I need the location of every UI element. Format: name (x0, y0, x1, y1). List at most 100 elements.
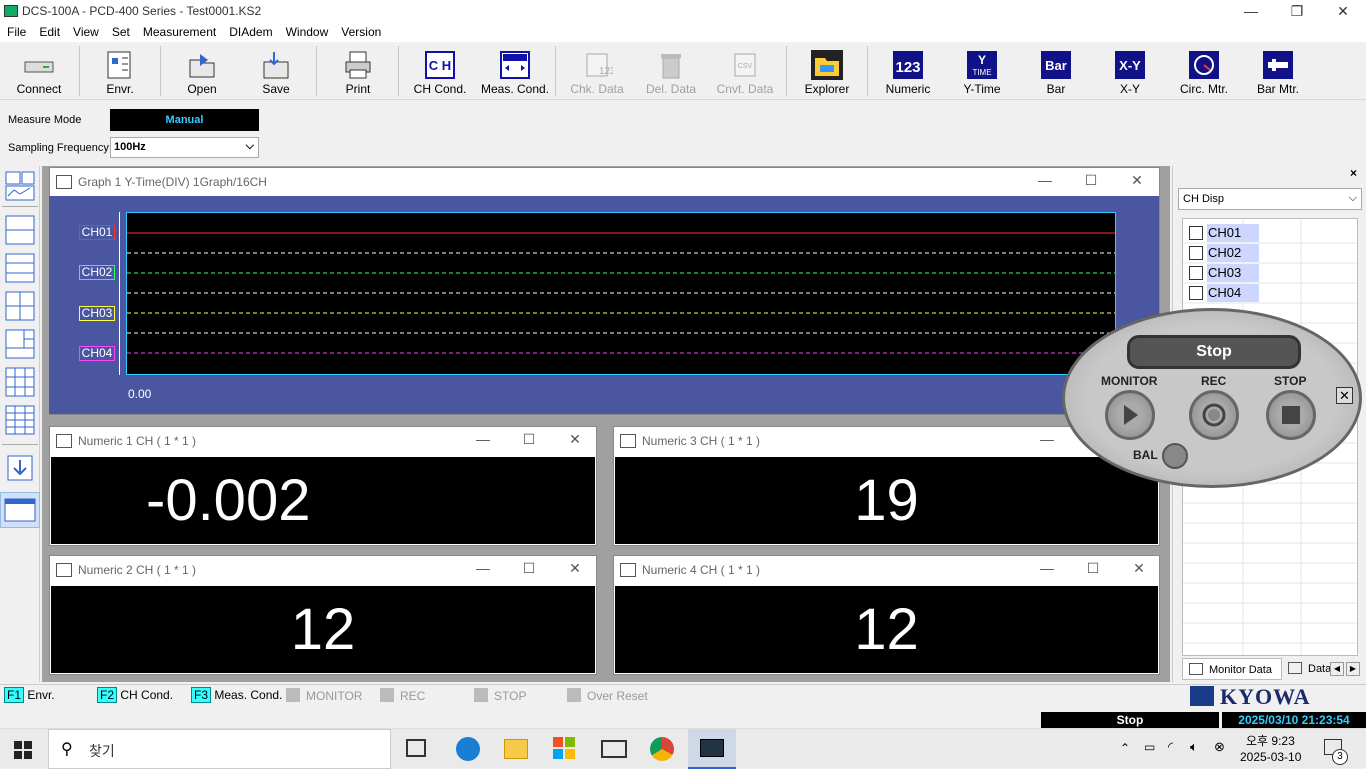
f1-shortcut[interactable]: F1 Envr. (4, 687, 55, 703)
task-view-icon[interactable] (406, 739, 426, 757)
numeric-window-icon (56, 563, 72, 577)
print-button[interactable]: Print (320, 46, 396, 98)
waveform-icon (1189, 246, 1203, 260)
ch02-label[interactable]: CH02 (79, 265, 115, 280)
list-item[interactable]: CH04 (1189, 283, 1259, 303)
menu-view[interactable]: View (66, 22, 105, 39)
maximize-button[interactable]: ☐ (514, 560, 544, 577)
tab-data[interactable]: Data (1284, 658, 1330, 680)
rec-button[interactable] (1189, 390, 1239, 440)
search-box[interactable]: ⚲ 찾기 (48, 729, 391, 769)
convert-data-icon: CSV (729, 50, 761, 80)
tray-time[interactable]: 오후 9:23 (1246, 732, 1295, 749)
title-bar: DCS-100A - PCD-400 Series - Test0001.KS2… (0, 0, 1366, 22)
search-icon: ⚲ (61, 741, 73, 758)
tab-scroll-left-icon[interactable]: ◀ (1330, 662, 1344, 676)
close-icon[interactable]: ✕ (1336, 387, 1353, 404)
layout-2-icon[interactable] (4, 252, 36, 284)
minimize-button[interactable]: — (468, 560, 498, 576)
bar-button[interactable]: Bar Bar (1018, 46, 1094, 98)
y-time-button[interactable]: Y TIME Y-Time (944, 46, 1020, 98)
close-button[interactable]: ✕ (1320, 0, 1366, 22)
menu-bar: File Edit View Set Measurement DIAdem Window Ve… (0, 22, 1366, 42)
layout-4-icon[interactable] (4, 328, 36, 360)
close-button[interactable]: ✕ (1124, 560, 1154, 577)
monitor-layout-icon[interactable] (4, 170, 36, 202)
numeric-value: 12 (615, 586, 1158, 673)
restore-button[interactable]: ❐ (1274, 0, 1320, 22)
minimize-button[interactable]: — (468, 431, 498, 447)
menu-version[interactable]: Version (334, 22, 387, 39)
store-icon[interactable] (553, 737, 575, 759)
volume-icon[interactable]: 🔈︎ (1190, 739, 1198, 755)
layout-1-icon[interactable] (4, 214, 36, 246)
f2-shortcut[interactable]: F2 CH Cond. (97, 687, 173, 703)
list-item[interactable]: CH03 (1189, 263, 1259, 283)
ch04-label[interactable]: CH04 (79, 346, 115, 361)
ch-cond-button[interactable]: C H CH Cond. (402, 46, 478, 98)
minimize-button[interactable]: — (1228, 0, 1274, 22)
edge-icon[interactable] (456, 737, 480, 761)
window-layout-selected[interactable] (0, 492, 40, 528)
chrome-icon[interactable] (650, 737, 674, 761)
maximize-button[interactable]: ☐ (1078, 560, 1108, 577)
maximize-button[interactable]: ☐ (514, 431, 544, 448)
save-icon (260, 50, 292, 80)
menu-window[interactable]: Window (279, 22, 335, 39)
layout-5-icon[interactable] (4, 366, 36, 398)
close-button[interactable]: ✕ (1122, 172, 1152, 189)
bar-mtr-button[interactable]: Bar Mtr. (1240, 46, 1316, 98)
layout-3-icon[interactable] (4, 290, 36, 322)
circ-mtr-button[interactable]: Circ. Mtr. (1166, 46, 1242, 98)
tray-date[interactable]: 2025-03-10 (1240, 750, 1301, 764)
tray-chevron-icon[interactable]: ⌃ (1120, 741, 1130, 755)
minimize-button[interactable]: — (1032, 560, 1062, 576)
meas-cond-button[interactable]: Meas. Cond. (477, 46, 553, 98)
connect-button[interactable]: Connect (1, 46, 77, 98)
list-item[interactable]: CH01 (1189, 223, 1259, 243)
cnvt-data-button[interactable]: CSV Cnvt. Data (707, 46, 783, 98)
close-button[interactable]: ✕ (560, 431, 590, 448)
plot-area[interactable] (126, 212, 1116, 375)
divider (555, 46, 556, 96)
stop-button[interactable] (1266, 390, 1316, 440)
divider (316, 46, 317, 96)
f3-shortcut[interactable]: F3 Meas. Cond. (191, 687, 282, 703)
download-layout-icon[interactable] (4, 452, 36, 484)
sampling-frequency-select[interactable]: 100Hz ⌵ (110, 137, 259, 158)
ime-icon[interactable]: ⊗ (1214, 739, 1225, 755)
menu-diadem[interactable]: DIAdem (222, 22, 278, 39)
dcs-app-taskbar-icon[interactable] (688, 729, 736, 769)
minimize-button[interactable]: — (1030, 172, 1060, 188)
menu-file[interactable]: File (0, 22, 32, 39)
close-button[interactable]: ✕ (560, 560, 590, 577)
panel-close-icon[interactable]: × (1350, 166, 1357, 180)
ch01-label[interactable]: CH01 (79, 225, 115, 240)
tab-monitor-data[interactable]: Monitor Data (1182, 658, 1282, 680)
ch-disp-select[interactable]: CH Disp ⌵ (1178, 188, 1362, 210)
monitor-button[interactable] (1105, 390, 1155, 440)
wifi-icon[interactable]: ◜ (1168, 739, 1173, 755)
bal-button[interactable] (1162, 443, 1188, 469)
file-explorer-icon[interactable] (504, 739, 528, 759)
open-button[interactable]: Open (164, 46, 240, 98)
menu-set[interactable]: Set (105, 22, 136, 39)
maximize-button[interactable]: ☐ (1076, 172, 1106, 189)
ch03-label[interactable]: CH03 (79, 306, 115, 321)
explorer-button[interactable]: Explorer (789, 46, 865, 98)
menu-edit[interactable]: Edit (32, 22, 66, 39)
layout-6-icon[interactable] (4, 404, 36, 436)
list-item[interactable]: CH02 (1189, 243, 1259, 263)
x-y-button[interactable]: X-Y X-Y (1092, 46, 1168, 98)
del-data-button[interactable]: Del. Data (633, 46, 709, 98)
mail-icon[interactable] (601, 740, 627, 758)
battery-icon[interactable]: ▭ (1144, 740, 1155, 754)
windows-start-icon[interactable] (14, 741, 32, 762)
numeric-button[interactable]: 123 Numeric (870, 46, 946, 98)
minimize-button[interactable]: — (1032, 431, 1062, 447)
save-button[interactable]: Save (238, 46, 314, 98)
chk-data-button[interactable]: 123 Chk. Data (559, 46, 635, 98)
menu-measurement[interactable]: Measurement (136, 22, 222, 39)
envr-button[interactable]: Envr. (82, 46, 158, 98)
tab-scroll-right-icon[interactable]: ▶ (1346, 662, 1360, 676)
